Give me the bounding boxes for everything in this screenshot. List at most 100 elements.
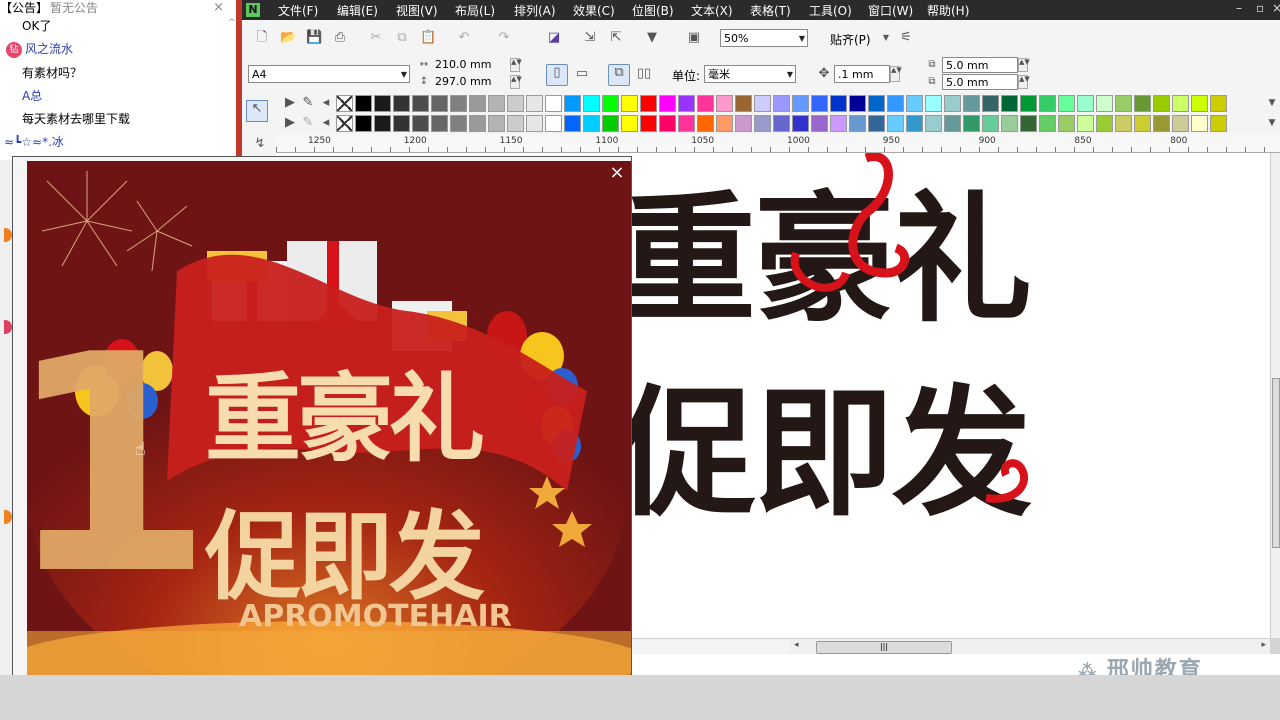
eyedropper-icon[interactable]: ✎ (300, 95, 316, 111)
unit-select[interactable]: 毫米 ▼ (704, 65, 796, 83)
current-page-icon[interactable]: ▯▯ (636, 66, 652, 82)
open-folder-icon[interactable]: 📂 (280, 30, 296, 46)
color-swatch[interactable] (868, 115, 885, 132)
page-height-field[interactable]: 297.0 mm (432, 74, 512, 90)
color-swatch[interactable] (811, 115, 828, 132)
color-swatch[interactable] (1191, 115, 1208, 132)
color-swatch[interactable] (1172, 115, 1189, 132)
color-swatch[interactable] (621, 95, 638, 112)
nudge-spinner[interactable]: ▲▼ (890, 66, 902, 82)
color-swatch[interactable] (1039, 95, 1056, 112)
color-swatch[interactable] (944, 115, 961, 132)
eyedropper-icon[interactable]: ✎ (300, 115, 316, 131)
color-swatch[interactable] (374, 115, 391, 132)
color-swatch[interactable] (583, 95, 600, 112)
color-swatch[interactable] (773, 95, 790, 112)
color-swatch[interactable] (1058, 115, 1075, 132)
menu-item[interactable]: 排列(A) (514, 2, 556, 19)
color-swatch[interactable] (355, 115, 372, 132)
color-swatch[interactable] (374, 95, 391, 112)
color-swatch[interactable] (1210, 95, 1227, 112)
undo-icon[interactable]: ↶ (456, 30, 472, 46)
color-swatch[interactable] (545, 95, 562, 112)
menu-item[interactable]: 帮助(H) (927, 2, 969, 19)
color-swatch[interactable] (526, 95, 543, 112)
height-spinner[interactable]: ▲▼ (510, 75, 522, 89)
color-swatch[interactable] (488, 115, 505, 132)
color-swatch[interactable] (1134, 115, 1151, 132)
snap-button[interactable]: 贴齐(P) (830, 31, 871, 48)
chevron-right-icon[interactable]: ▸ (1261, 640, 1266, 650)
color-swatch[interactable] (830, 115, 847, 132)
chevron-up-icon[interactable]: ^ (228, 18, 236, 28)
no-color-swatch[interactable] (336, 95, 353, 112)
copy-icon[interactable]: ⧉ (394, 30, 410, 46)
color-swatch[interactable] (564, 115, 581, 132)
color-swatch[interactable] (963, 95, 980, 112)
color-swatch[interactable] (640, 95, 657, 112)
color-swatch[interactable] (944, 95, 961, 112)
color-swatch[interactable] (507, 95, 524, 112)
color-swatch[interactable] (545, 115, 562, 132)
color-swatch[interactable] (450, 95, 467, 112)
color-swatch[interactable] (412, 95, 429, 112)
color-swatch[interactable] (1001, 95, 1018, 112)
color-swatch[interactable] (431, 115, 448, 132)
chat-username[interactable]: ≈┗☆≈*.冰 (4, 133, 64, 150)
color-swatch[interactable] (1115, 95, 1132, 112)
print-icon[interactable]: ⎙ (332, 30, 348, 46)
menu-item[interactable]: 效果(C) (573, 2, 615, 19)
all-pages-icon[interactable]: ⧉ (608, 64, 630, 86)
color-swatch[interactable] (754, 95, 771, 112)
color-swatch[interactable] (469, 95, 486, 112)
menu-item[interactable]: 编辑(E) (337, 2, 378, 19)
color-swatch[interactable] (583, 115, 600, 132)
color-swatch[interactable] (1210, 115, 1227, 132)
color-swatch[interactable] (355, 95, 372, 112)
close-icon[interactable]: × (609, 164, 625, 182)
color-swatch[interactable] (906, 95, 923, 112)
color-swatch[interactable] (697, 95, 714, 112)
page-width-field[interactable]: 210.0 mm (432, 57, 512, 73)
duplicate-x-spinner[interactable]: ▲▼ (1018, 58, 1030, 72)
color-swatch[interactable] (659, 115, 676, 132)
width-spinner[interactable]: ▲▼ (510, 58, 522, 72)
chevron-left-icon[interactable]: ◂ (318, 115, 334, 131)
color-swatch[interactable] (811, 95, 828, 112)
options-icon[interactable]: ⚟ (898, 30, 914, 46)
no-color-swatch[interactable] (336, 115, 353, 132)
scroll-thumb[interactable] (1272, 378, 1280, 548)
color-swatch[interactable] (906, 115, 923, 132)
menu-item[interactable]: 布局(L) (455, 2, 495, 19)
save-icon[interactable]: 💾 (306, 30, 322, 46)
color-swatch[interactable] (469, 115, 486, 132)
color-swatch[interactable] (849, 95, 866, 112)
shape-tool-icon[interactable]: ↯ (252, 136, 268, 152)
color-swatch[interactable] (602, 115, 619, 132)
palette-menu-icon[interactable]: ▼ (1264, 95, 1280, 111)
search-content-icon[interactable]: ◪ (546, 30, 562, 46)
color-swatch[interactable] (1020, 115, 1037, 132)
color-swatch[interactable] (393, 95, 410, 112)
color-swatch[interactable] (507, 115, 524, 132)
color-swatch[interactable] (1153, 95, 1170, 112)
color-swatch[interactable] (1058, 95, 1075, 112)
color-swatch[interactable] (526, 115, 543, 132)
color-swatch[interactable] (1077, 115, 1094, 132)
close-icon[interactable]: × (1272, 1, 1280, 15)
color-swatch[interactable] (678, 115, 695, 132)
close-icon[interactable]: × (213, 0, 224, 15)
color-swatch[interactable] (1191, 95, 1208, 112)
color-swatch[interactable] (887, 95, 904, 112)
color-swatch[interactable] (925, 95, 942, 112)
color-swatch[interactable] (735, 115, 752, 132)
nudge-field[interactable]: .1 mm (834, 65, 890, 83)
import-icon[interactable]: ⇲ (582, 30, 598, 46)
duplicate-x-field[interactable]: 5.0 mm (942, 57, 1018, 73)
color-swatch[interactable] (621, 115, 638, 132)
redo-icon[interactable]: ↷ (496, 30, 512, 46)
scroll-thumb[interactable]: ||| (816, 641, 952, 654)
color-swatch[interactable] (1096, 115, 1113, 132)
restore-icon[interactable]: ▫ (1256, 1, 1264, 15)
page-size-select[interactable]: A4 ▼ (248, 65, 410, 83)
